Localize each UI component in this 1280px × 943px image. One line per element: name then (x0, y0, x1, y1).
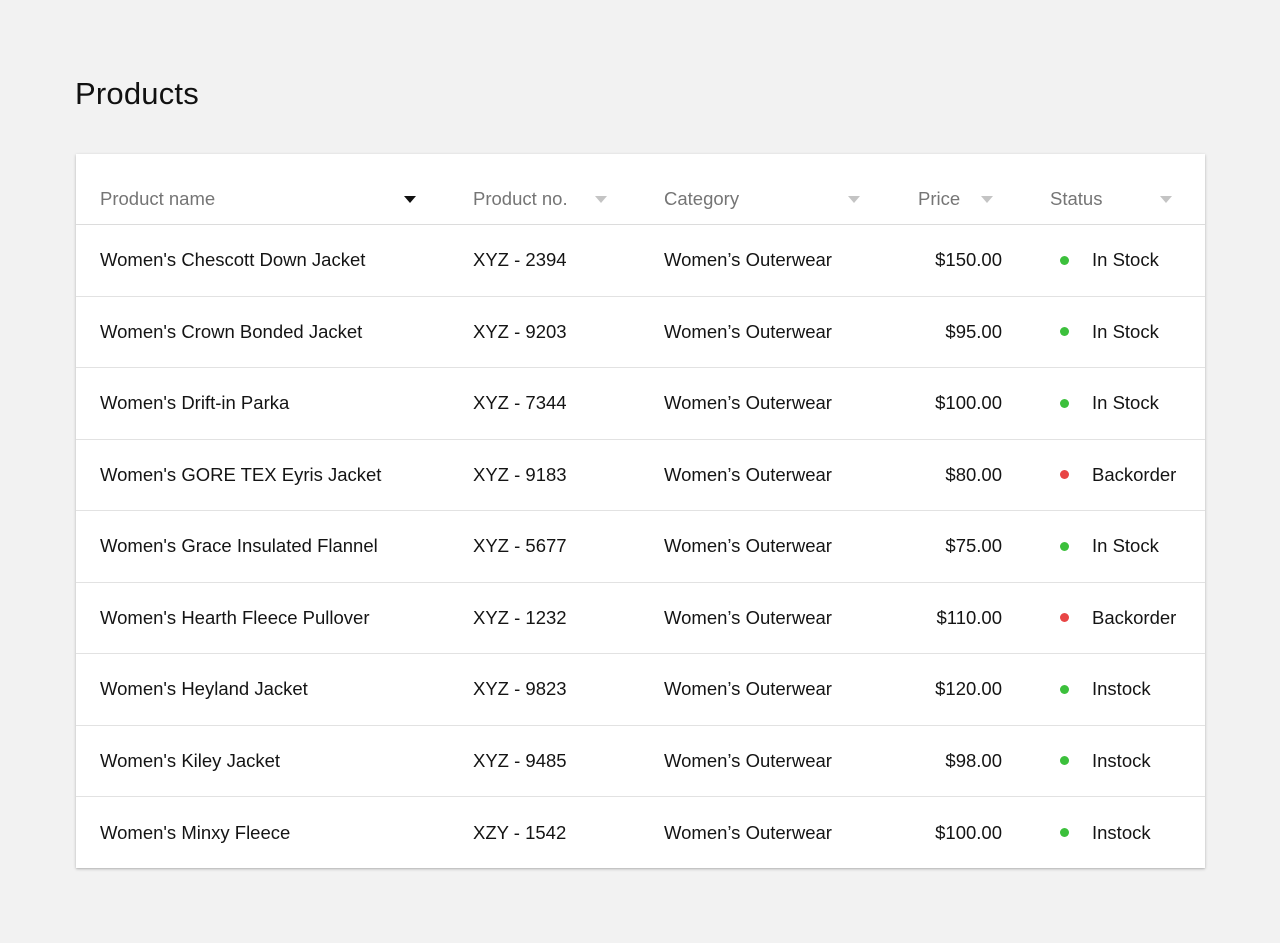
table-header: Product name Product no. Category Price … (76, 154, 1205, 225)
category-cell: Women’s Outerwear (664, 678, 832, 700)
chevron-down-icon[interactable] (1160, 196, 1172, 203)
product-no-cell: XYZ - 9183 (473, 463, 567, 485)
table-body: Women's Chescott Down Jacket XYZ - 2394 Wo… (76, 225, 1205, 869)
column-header-product-name[interactable]: Product name (100, 188, 215, 210)
status-label: In Stock (1092, 392, 1159, 414)
table-row[interactable]: Women's Hearth Fleece Pullover XYZ - 1232… (76, 583, 1205, 654)
column-header-price[interactable]: Price (918, 188, 960, 210)
status-label: In Stock (1092, 535, 1159, 557)
product-name-cell: Women's Drift-in Parka (100, 392, 290, 414)
status-cell: In Stock (1060, 249, 1159, 271)
product-no-cell: XYZ - 2394 (473, 249, 567, 271)
status-dot-icon (1060, 398, 1069, 408)
products-table: Product name Product no. Category Price … (76, 154, 1205, 868)
table-row[interactable]: Women's Kiley Jacket XYZ - 9485 Women’s Ou… (76, 726, 1205, 797)
product-name-cell: Women's Grace Insulated Flannel (100, 535, 378, 557)
status-dot-icon (1060, 327, 1069, 337)
status-cell: Instock (1060, 822, 1151, 844)
price-cell: $98.00 (945, 749, 1002, 771)
table-row[interactable]: Women's Drift-in Parka XYZ - 7344 Women’s … (76, 368, 1205, 440)
status-cell: In Stock (1060, 321, 1159, 343)
status-dot-icon (1060, 255, 1069, 265)
chevron-down-icon[interactable] (595, 196, 607, 203)
status-dot-icon (1060, 684, 1069, 694)
price-cell: $80.00 (945, 463, 1002, 485)
product-name-cell: Women's Heyland Jacket (100, 678, 308, 700)
product-name-cell: Women's Minxy Fleece (100, 821, 291, 843)
page-title: Products (75, 76, 199, 111)
product-no-cell: XYZ - 7344 (473, 392, 567, 414)
product-no-cell: XYZ - 1232 (473, 606, 567, 628)
price-cell: $120.00 (935, 678, 1002, 700)
price-cell: $100.00 (935, 821, 1002, 843)
category-cell: Women’s Outerwear (664, 749, 832, 771)
table-row[interactable]: Women's GORE TEX Eyris Jacket XYZ - 9183 W… (76, 440, 1205, 511)
category-cell: Women’s Outerwear (664, 320, 832, 342)
chevron-down-icon[interactable] (981, 196, 993, 203)
product-name-cell: Women's Crown Bonded Jacket (100, 320, 363, 342)
status-label: Instock (1092, 678, 1151, 700)
status-dot-icon (1060, 541, 1069, 551)
category-cell: Women’s Outerwear (664, 606, 832, 628)
status-dot-icon (1060, 470, 1069, 480)
status-label: In Stock (1092, 249, 1159, 271)
category-cell: Women’s Outerwear (664, 535, 832, 557)
product-name-cell: Women's Chescott Down Jacket (100, 249, 366, 271)
product-no-cell: XYZ - 9203 (473, 320, 567, 342)
status-cell: Instock (1060, 750, 1151, 772)
category-cell: Women’s Outerwear (664, 463, 832, 485)
status-cell: In Stock (1060, 392, 1159, 414)
status-label: Instock (1092, 749, 1151, 771)
column-header-product-no[interactable]: Product no. (473, 188, 568, 210)
status-label: In Stock (1092, 320, 1159, 342)
status-dot-icon (1060, 613, 1069, 623)
status-label: Backorder (1092, 606, 1177, 628)
product-name-cell: Women's Hearth Fleece Pullover (100, 606, 370, 628)
status-dot-icon (1060, 828, 1069, 838)
price-cell: $75.00 (945, 535, 1002, 557)
status-label: Instock (1092, 821, 1151, 843)
product-name-cell: Women's GORE TEX Eyris Jacket (100, 463, 382, 485)
chevron-down-icon[interactable] (848, 196, 860, 203)
status-cell: Instock (1060, 678, 1151, 700)
table-row[interactable]: Women's Minxy Fleece XZY - 1542 Women’s Ou… (76, 797, 1205, 869)
column-header-category[interactable]: Category (664, 188, 739, 210)
product-no-cell: XZY - 1542 (473, 821, 567, 843)
status-cell: Backorder (1060, 607, 1176, 629)
status-cell: Backorder (1060, 464, 1176, 486)
category-cell: Women’s Outerwear (664, 392, 832, 414)
price-cell: $100.00 (935, 392, 1002, 414)
product-no-cell: XYZ - 9485 (473, 749, 567, 771)
category-cell: Women’s Outerwear (664, 249, 832, 271)
category-cell: Women’s Outerwear (664, 821, 832, 843)
table-row[interactable]: Women's Heyland Jacket XYZ - 9823 Women’s … (76, 654, 1205, 726)
product-no-cell: XYZ - 5677 (473, 535, 567, 557)
column-header-status[interactable]: Status (1050, 188, 1102, 210)
table-row[interactable]: Women's Chescott Down Jacket XYZ - 2394 Wo… (76, 225, 1205, 297)
product-name-cell: Women's Kiley Jacket (100, 749, 281, 771)
table-row[interactable]: Women's Crown Bonded Jacket XYZ - 9203 Wom… (76, 297, 1205, 368)
table-row[interactable]: Women's Grace Insulated Flannel XYZ - 567… (76, 511, 1205, 583)
price-cell: $150.00 (935, 249, 1002, 271)
product-no-cell: XYZ - 9823 (473, 678, 567, 700)
price-cell: $95.00 (945, 320, 1002, 342)
status-dot-icon (1060, 756, 1069, 766)
price-cell: $110.00 (936, 606, 1003, 628)
status-label: Backorder (1092, 463, 1177, 485)
sort-caret-down-icon[interactable] (404, 196, 416, 203)
status-cell: In Stock (1060, 535, 1159, 557)
